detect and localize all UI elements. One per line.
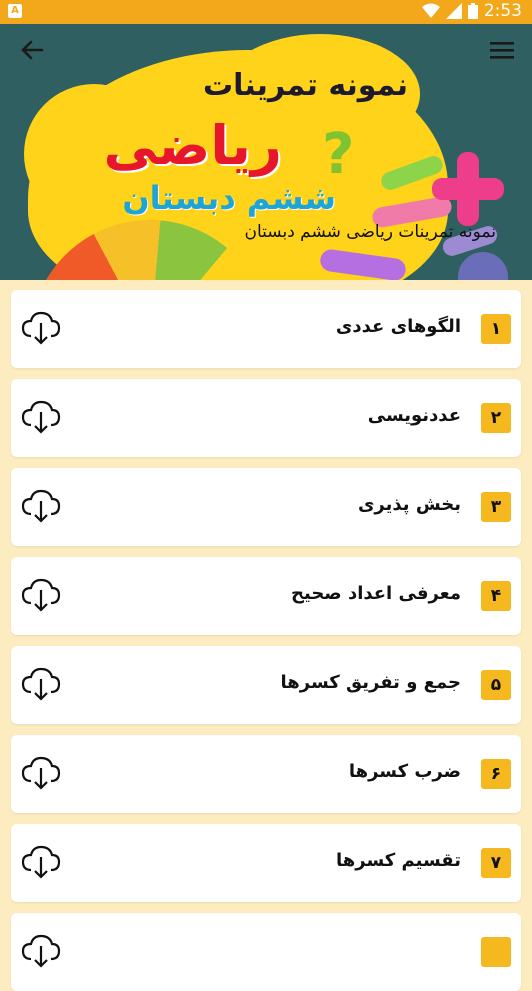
- clock: 2:53: [483, 1, 522, 21]
- wifi-icon: [421, 3, 440, 18]
- list-item[interactable]: عددنویسی ۲: [11, 379, 521, 457]
- lesson-title: ضرب کسرها: [348, 761, 461, 782]
- banner-title: نمونه تمرینات: [202, 68, 408, 103]
- status-bar: A 2:53: [0, 0, 532, 24]
- cloud-download-icon[interactable]: [21, 310, 61, 346]
- list-item[interactable]: بخش پذیری ۳: [11, 468, 521, 546]
- lesson-number: [481, 937, 511, 967]
- lesson-title: الگوهای عددی: [335, 316, 461, 337]
- cloud-download-icon[interactable]: [21, 666, 61, 702]
- menu-icon[interactable]: [490, 40, 514, 60]
- page-title: نمونه تمرینات ریاضی ششم دبستان: [244, 222, 497, 242]
- lesson-number: ۴: [481, 581, 511, 611]
- header-banner: ? نمونه تمرینات ریاضی ششم دبستان نمونه ت…: [0, 24, 532, 280]
- lesson-number: ۶: [481, 759, 511, 789]
- lesson-title: جمع و تفریق کسرها: [280, 672, 461, 693]
- lesson-title: عددنویسی: [367, 405, 461, 426]
- signal-icon: [445, 3, 462, 19]
- list-item[interactable]: الگوهای عددی ۱: [11, 290, 521, 368]
- notification-icon: A: [8, 4, 22, 18]
- banner-grade: ششم دبستان: [122, 179, 336, 217]
- list-item[interactable]: [11, 913, 521, 991]
- cloud-download-icon[interactable]: [21, 933, 61, 969]
- cloud-download-icon[interactable]: [21, 488, 61, 524]
- lesson-title: معرفی اعداد صحیح: [291, 583, 461, 604]
- decor-blob: [458, 252, 508, 280]
- lesson-number: ۱: [481, 314, 511, 344]
- lesson-number: ۵: [481, 670, 511, 700]
- list-item[interactable]: تقسیم کسرها ۷: [11, 824, 521, 902]
- cloud-download-icon[interactable]: [21, 755, 61, 791]
- battery-icon: [467, 3, 478, 19]
- lesson-title: بخش پذیری: [357, 494, 461, 515]
- cloud-download-icon[interactable]: [21, 577, 61, 613]
- plus-decoration: [457, 152, 479, 226]
- question-mark-decoration: ?: [322, 122, 355, 187]
- lesson-number: ۳: [481, 492, 511, 522]
- cloud-download-icon[interactable]: [21, 399, 61, 435]
- lesson-title: تقسیم کسرها: [336, 850, 461, 871]
- lesson-number: ۲: [481, 403, 511, 433]
- back-arrow-icon[interactable]: [18, 36, 46, 64]
- list-item[interactable]: جمع و تفریق کسرها ۵: [11, 646, 521, 724]
- banner-subject: ریاضی: [103, 114, 282, 177]
- list-item[interactable]: ضرب کسرها ۶: [11, 735, 521, 813]
- lesson-number: ۷: [481, 848, 511, 878]
- cloud-download-icon[interactable]: [21, 844, 61, 880]
- list-item[interactable]: معرفی اعداد صحیح ۴: [11, 557, 521, 635]
